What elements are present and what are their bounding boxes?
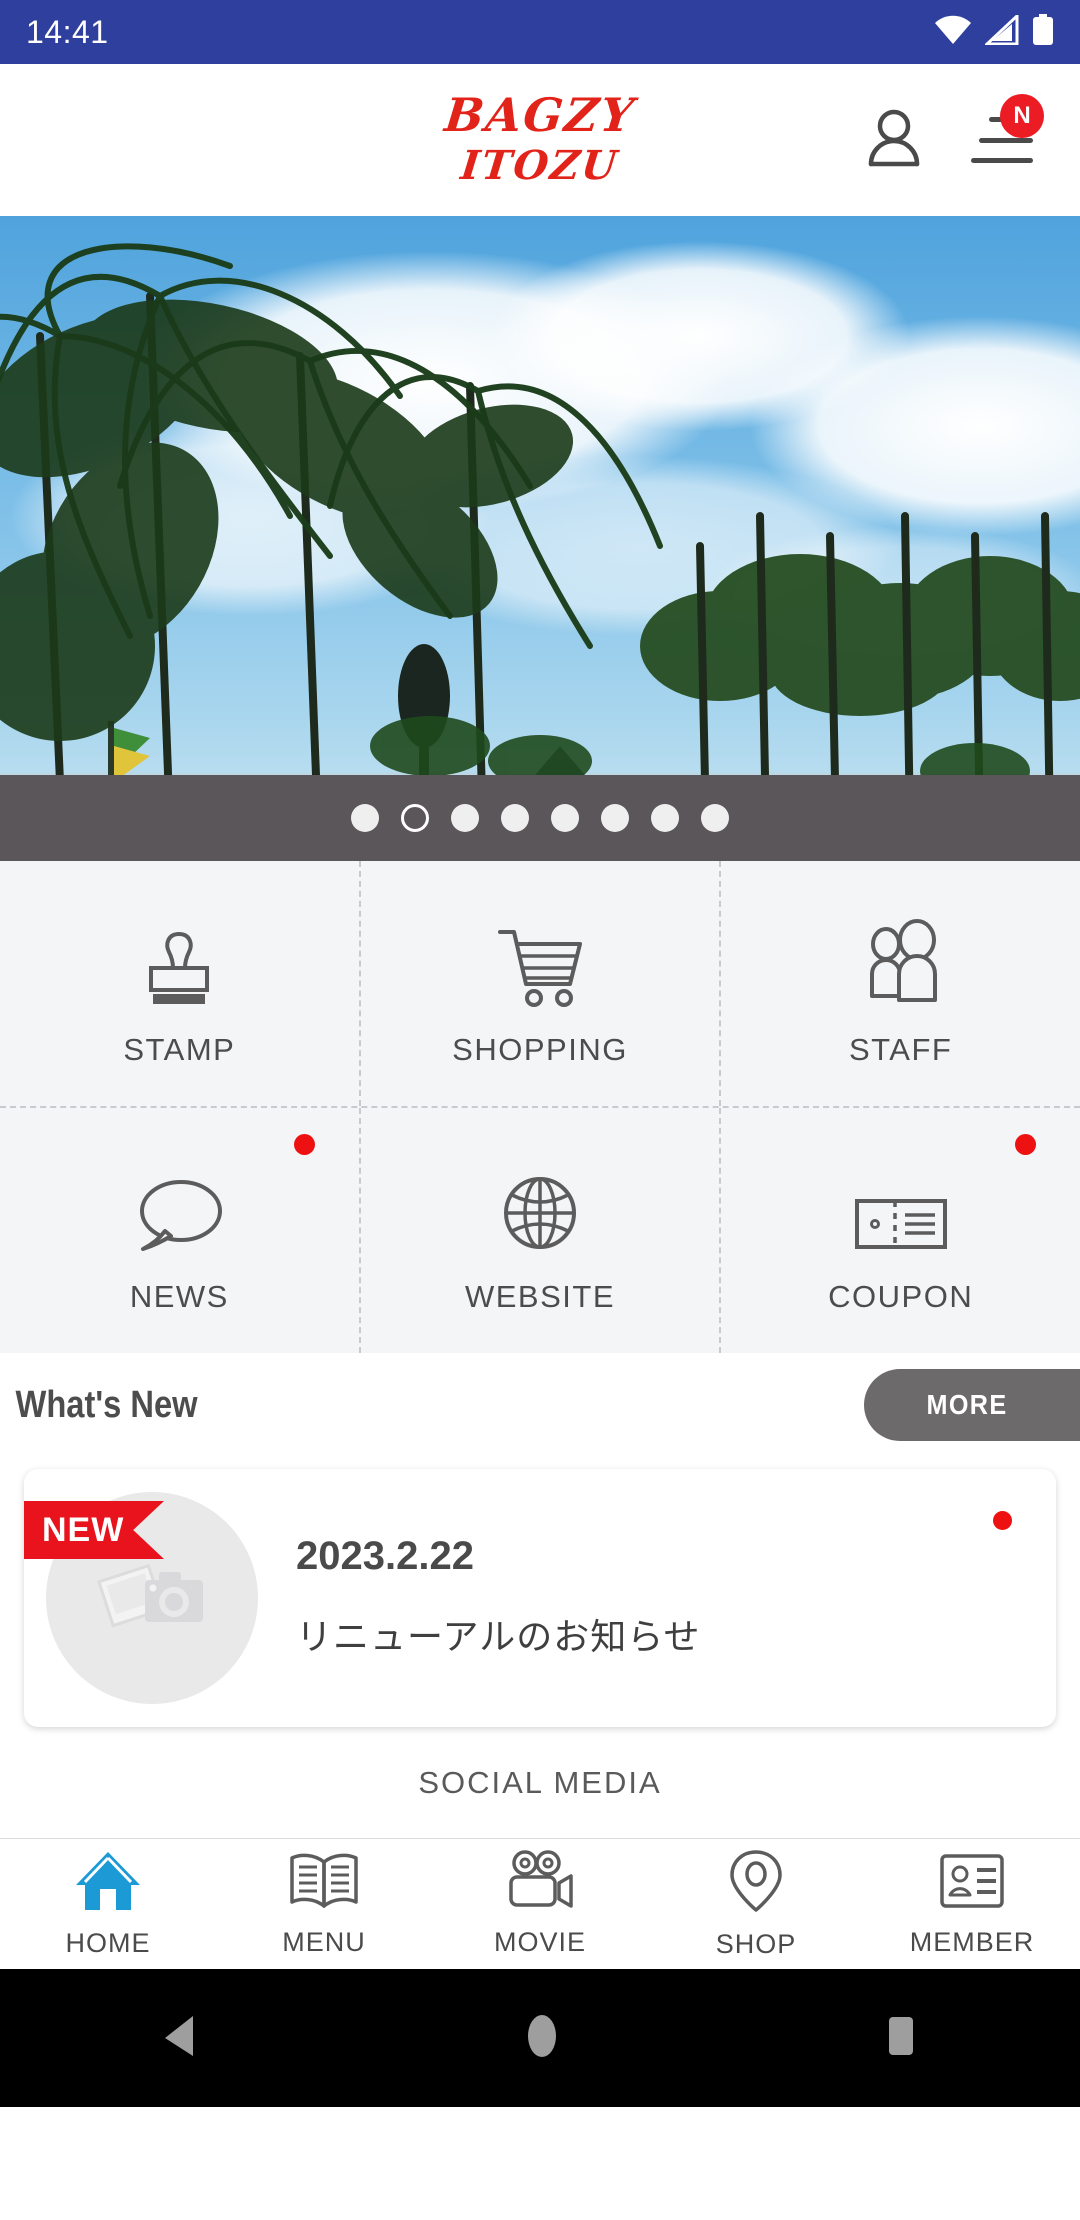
social-media-section: SOCIAL MEDIA — [0, 1727, 1080, 1839]
logo-line-2: ITOZU — [458, 142, 622, 189]
carousel-dot[interactable] — [501, 804, 529, 832]
grid-item-label: COUPON — [828, 1278, 974, 1314]
grid-item-label: NEWS — [129, 1278, 229, 1314]
book-icon — [288, 1850, 360, 1917]
carousel-dot-active[interactable] — [401, 804, 429, 832]
carousel-dots[interactable] — [0, 775, 1080, 861]
app-header: BAGZY ITOZU N — [0, 64, 1080, 216]
carousel-dot[interactable] — [351, 804, 379, 832]
grid-item-stamp[interactable]: STAMP — [0, 861, 361, 1106]
bottom-navigation: HOME MENU MOVIE SHOP MEMBER — [0, 1839, 1080, 1969]
grid-menu: STAMP SHOPPING STAFF NEWS WEBSITE COUPON — [0, 861, 1080, 1353]
nav-label: MENU — [282, 1927, 366, 1957]
grid-item-coupon[interactable]: COUPON — [721, 1108, 1080, 1353]
nav-item-movie[interactable]: MOVIE — [432, 1850, 648, 1958]
carousel-dot[interactable] — [701, 804, 729, 832]
social-media-title: SOCIAL MEDIA — [418, 1764, 662, 1800]
person-icon — [866, 109, 922, 172]
news-unread-badge — [993, 1511, 1012, 1530]
menu-notification-badge: N — [1000, 94, 1044, 138]
nav-item-shop[interactable]: SHOP — [648, 1848, 864, 1960]
nav-item-menu[interactable]: MENU — [216, 1850, 432, 1958]
carousel-dot[interactable] — [451, 804, 479, 832]
grid-item-label: SHOPPING — [452, 1031, 628, 1067]
hero-carousel[interactable] — [0, 216, 1080, 861]
carousel-dot[interactable] — [651, 804, 679, 832]
grid-item-website[interactable]: WEBSITE — [360, 1108, 722, 1353]
nav-item-member[interactable]: MEMBER — [864, 1850, 1080, 1958]
whats-new-more-button[interactable]: MORE — [864, 1369, 1080, 1441]
cart-icon — [492, 900, 588, 1010]
grid-item-label: STAMP — [123, 1031, 236, 1067]
video-camera-icon — [503, 1850, 577, 1917]
more-button-label: MORE — [926, 1389, 1008, 1420]
news-list: NEW 2023.2.22 リニューアルのお知らせ — [0, 1457, 1080, 1727]
grid-item-shopping[interactable]: SHOPPING — [360, 861, 722, 1106]
menu-button[interactable]: N — [970, 94, 1044, 172]
coupon-notification-badge — [1015, 1134, 1037, 1155]
carousel-dot[interactable] — [551, 804, 579, 832]
news-content: 2023.2.22 リニューアルのお知らせ — [258, 1536, 1056, 1660]
whats-new-title: What's New — [15, 1383, 198, 1426]
recents-square-icon[interactable] — [881, 2011, 921, 2066]
news-title: リニューアルのお知らせ — [296, 1617, 701, 1658]
news-list-item[interactable]: NEW 2023.2.22 リニューアルのお知らせ — [24, 1469, 1056, 1727]
grid-item-label: WEBSITE — [465, 1278, 616, 1314]
grid-menu-row-1: STAMP SHOPPING STAFF — [0, 861, 1080, 1108]
status-bar: 14:41 — [0, 0, 1080, 64]
nav-label: MEMBER — [909, 1927, 1035, 1957]
account-button[interactable] — [862, 108, 926, 172]
grid-item-label: STAFF — [848, 1031, 953, 1067]
android-navigation-bar — [0, 1969, 1080, 2107]
header-actions: N — [862, 94, 1080, 172]
image-placeholder-icon — [93, 1556, 211, 1641]
location-pin-icon — [728, 1848, 784, 1919]
cellular-signal-icon — [983, 12, 1019, 50]
status-icons — [934, 12, 1054, 51]
news-date: 2023.2.22 — [296, 1534, 474, 1578]
id-card-icon — [938, 1850, 1006, 1917]
hero-image — [0, 216, 1080, 861]
wifi-icon — [934, 15, 972, 50]
whats-new-header: What's New MORE — [0, 1353, 1080, 1457]
nav-label: HOME — [65, 1928, 151, 1958]
globe-icon — [496, 1147, 584, 1257]
stamp-icon — [133, 900, 225, 1010]
people-icon — [855, 900, 947, 1010]
grid-item-news[interactable]: NEWS — [0, 1108, 361, 1353]
nav-label: SHOP — [715, 1929, 797, 1959]
grid-menu-row-2: NEWS WEBSITE COUPON — [0, 1108, 1080, 1353]
app-screen: 14:41 BAGZY ITOZU N STAMP SHOPPING STAFF… — [0, 0, 1080, 2220]
grid-item-staff[interactable]: STAFF — [721, 861, 1080, 1106]
logo-line-1: BAGZY — [442, 88, 638, 142]
chat-bubble-icon — [131, 1147, 227, 1257]
nav-item-home[interactable]: HOME — [0, 1849, 216, 1959]
status-time: 14:41 — [26, 13, 109, 50]
nav-label: MOVIE — [493, 1927, 586, 1957]
news-notification-badge — [293, 1134, 315, 1155]
carousel-dot[interactable] — [601, 804, 629, 832]
battery-icon — [1032, 13, 1054, 51]
back-triangle-icon[interactable] — [159, 2012, 203, 2065]
ticket-icon — [851, 1147, 951, 1257]
home-circle-icon[interactable] — [520, 2011, 564, 2066]
home-icon — [73, 1849, 143, 1918]
